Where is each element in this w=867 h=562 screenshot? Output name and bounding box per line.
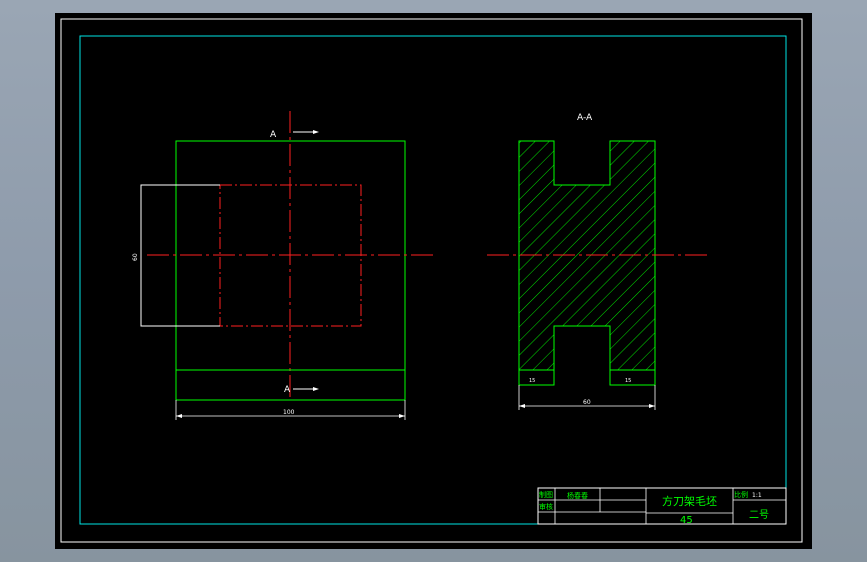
sheet-border	[79, 35, 787, 525]
front-view: A A 100 60	[132, 111, 433, 420]
part-name: 方刀架毛坯	[662, 494, 717, 508]
section-width-dimension: 60	[518, 385, 656, 410]
check-label: 审核	[539, 502, 553, 511]
scale-label: 比例	[734, 490, 748, 499]
sheet-size: 二号	[749, 509, 769, 521]
section-view-title: A-A	[577, 113, 593, 123]
section-foot-right	[609, 369, 656, 386]
front-height-dimension: 60	[132, 253, 139, 261]
front-width-dimension: 100	[175, 400, 406, 420]
dim-front-height: 60	[132, 253, 139, 261]
cad-drawing: A A 100 60 A-A 15 15 60 制图 杨春春 审核 方刀架毛坯 …	[60, 18, 803, 543]
title-block: 制图 杨春春 审核 方刀架毛坯 45 比例 1:1 二号	[537, 487, 787, 526]
dim-slot-right: 15	[625, 378, 631, 384]
section-view: A-A 15 15 60	[487, 113, 707, 410]
drawn-label: 制图	[539, 490, 553, 499]
section-arrow-top: A	[270, 130, 319, 140]
dim-front-width: 100	[283, 409, 295, 416]
section-mark-top: A	[270, 130, 277, 140]
scale-value: 1:1	[752, 492, 762, 499]
section-mark-bottom: A	[284, 385, 291, 395]
material: 45	[680, 515, 693, 526]
drawing-canvas[interactable]: A A 100 60 A-A 15 15 60 制图 杨春春 审核 方刀架毛坯 …	[55, 13, 812, 549]
dim-slot-left: 15	[529, 378, 535, 384]
section-arrow-bottom: A	[284, 385, 319, 395]
dim-section-width: 60	[583, 399, 591, 406]
sheet-frame	[60, 18, 803, 543]
drawn-name: 杨春春	[567, 491, 588, 500]
section-foot-left	[518, 369, 555, 386]
